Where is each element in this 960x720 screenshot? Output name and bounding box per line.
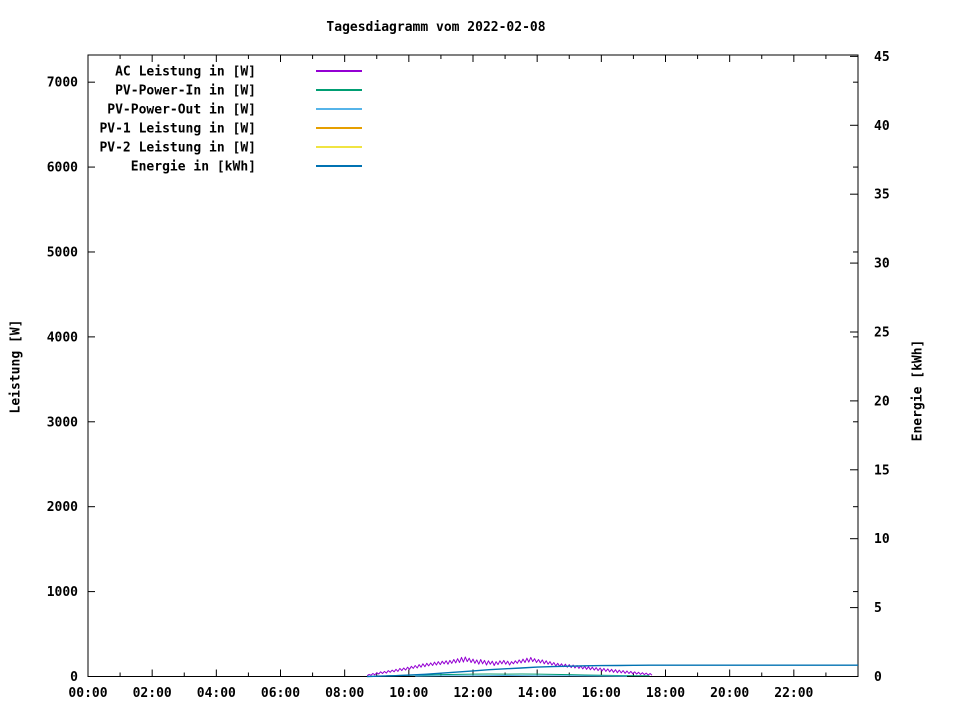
y-right-tick-label: 25	[874, 325, 890, 340]
x-tick-label: 06:00	[261, 686, 300, 701]
tagesdiagramm-chart: Tagesdiagramm vom 2022-02-08 Leistung [W…	[0, 0, 960, 720]
y-right-tick-label: 30	[874, 257, 890, 272]
y-right-tick-label: 0	[874, 670, 882, 685]
legend-label: PV-Power-In in [W]	[115, 84, 256, 99]
x-tick-label: 04:00	[197, 686, 236, 701]
y-left-tick-label: 3000	[47, 415, 78, 430]
y-left-tick-label: 6000	[47, 161, 78, 176]
x-tick-label: 14:00	[518, 686, 557, 701]
legend-label: PV-1 Leistung in [W]	[99, 122, 256, 137]
series-line	[367, 657, 652, 676]
x-tick-label: 16:00	[582, 686, 621, 701]
x-tick-label: 20:00	[710, 686, 749, 701]
y-right-tick-label: 5	[874, 601, 882, 616]
y-right-tick-label: 40	[874, 119, 890, 134]
legend-label: PV-Power-Out in [W]	[107, 103, 256, 118]
legend-label: PV-2 Leistung in [W]	[99, 141, 256, 156]
y-left-tick-label: 4000	[47, 330, 78, 345]
x-tick-label: 08:00	[325, 686, 364, 701]
y-right-tick-label: 45	[874, 50, 890, 65]
legend-label: Energie in [kWh]	[131, 160, 256, 175]
y-left-tick-label: 0	[70, 670, 78, 685]
x-tick-label: 12:00	[453, 686, 492, 701]
x-tick-label: 02:00	[133, 686, 172, 701]
y-right-tick-label: 20	[874, 394, 890, 409]
legend-label: AC Leistung in [W]	[115, 65, 256, 80]
y-right-tick-label: 10	[874, 532, 890, 547]
x-tick-label: 10:00	[389, 686, 428, 701]
plot-canvas: 00:00 02:00 04:00 06:00 08:00 10:00 12:00 14:00…	[0, 0, 960, 720]
series-line	[415, 676, 627, 677]
x-tick-label: 00:00	[68, 686, 107, 701]
y-left-tick-label: 7000	[47, 76, 78, 91]
y-right-tick-label: 35	[874, 188, 890, 203]
y-right-tick-label: 15	[874, 463, 890, 478]
x-tick-label: 18:00	[646, 686, 685, 701]
y-left-tick-label: 5000	[47, 245, 78, 260]
x-tick-label: 22:00	[774, 686, 813, 701]
y-left-tick-label: 2000	[47, 500, 78, 515]
y-left-tick-label: 1000	[47, 585, 78, 600]
